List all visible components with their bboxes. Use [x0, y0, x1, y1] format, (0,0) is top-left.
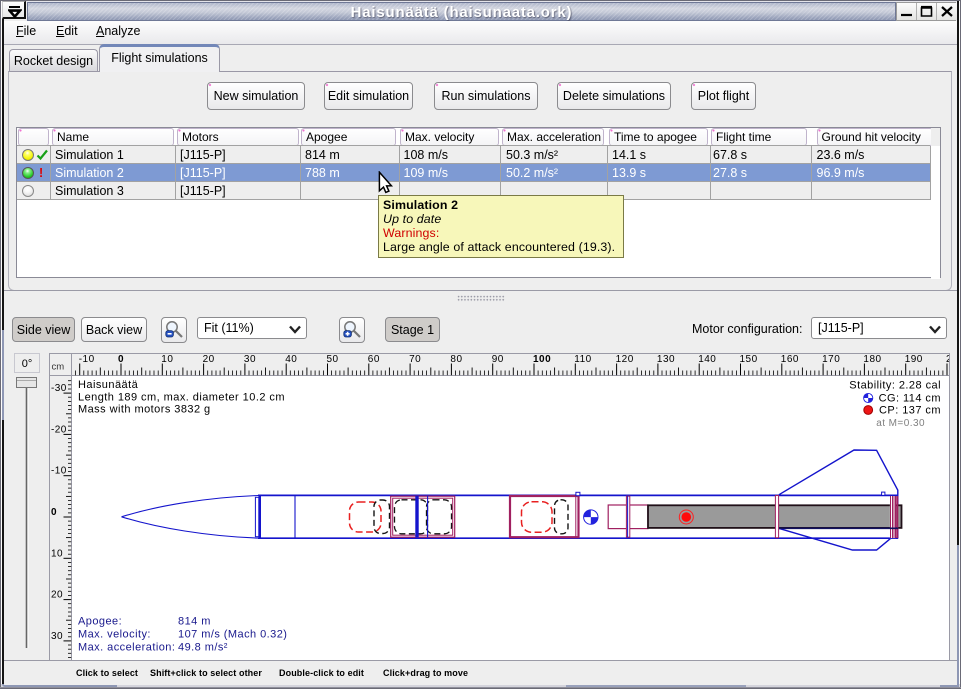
svg-text:40: 40	[285, 354, 297, 365]
svg-text:160: 160	[781, 354, 799, 365]
svg-text:Mass with motors 3832 g: Mass with motors 3832 g	[78, 404, 211, 416]
svg-text:cm: cm	[52, 362, 65, 373]
svg-text:80: 80	[450, 354, 462, 365]
svg-text:150: 150	[740, 354, 758, 365]
svg-text:Stability: 2.28 cal: Stability: 2.28 cal	[849, 380, 941, 392]
svg-text:Max. acceleration:: Max. acceleration:	[78, 642, 175, 654]
svg-text:Length 189 cm, max. diameter 1: Length 189 cm, max. diameter 10.2 cm	[78, 392, 285, 404]
svg-text:60: 60	[368, 354, 380, 365]
svg-text:110: 110	[574, 354, 591, 365]
svg-text:20: 20	[203, 354, 215, 365]
svg-text:180: 180	[863, 354, 881, 365]
svg-text:30: 30	[51, 631, 63, 642]
svg-text:20: 20	[51, 590, 63, 601]
svg-text:140: 140	[698, 354, 716, 365]
svg-text:CG: 114 cm: CG: 114 cm	[879, 393, 941, 405]
svg-text:100: 100	[533, 354, 551, 365]
svg-text:814 m: 814 m	[178, 616, 211, 628]
svg-text:130: 130	[657, 354, 675, 365]
svg-text:10: 10	[161, 354, 173, 365]
svg-text:120: 120	[616, 354, 634, 365]
svg-text:170: 170	[822, 354, 840, 365]
svg-text:at M=0.30: at M=0.30	[876, 418, 925, 429]
svg-text:107 m/s (Mach 0.32): 107 m/s (Mach 0.32)	[178, 629, 287, 641]
svg-text:-10: -10	[51, 466, 67, 477]
svg-text:90: 90	[492, 354, 504, 365]
svg-text:0°: 0°	[22, 358, 33, 370]
svg-text:10: 10	[51, 548, 63, 559]
svg-text:Haisunäätä: Haisunäätä	[78, 379, 139, 391]
svg-text:0: 0	[51, 507, 57, 518]
svg-text:-20: -20	[51, 424, 67, 435]
svg-text:200: 200	[946, 354, 951, 365]
svg-text:30: 30	[244, 354, 256, 365]
svg-text:50: 50	[327, 354, 339, 365]
svg-text:0: 0	[118, 354, 124, 365]
svg-text:Max. velocity:: Max. velocity:	[78, 629, 151, 641]
svg-text:CP: 137 cm: CP: 137 cm	[879, 405, 941, 417]
svg-text:-10: -10	[79, 354, 95, 365]
svg-text:-30: -30	[51, 383, 67, 394]
svg-text:49.8 m/s²: 49.8 m/s²	[178, 642, 228, 654]
svg-text:70: 70	[409, 354, 421, 365]
svg-text:Apogee:: Apogee:	[78, 616, 122, 628]
svg-text:190: 190	[905, 354, 923, 365]
